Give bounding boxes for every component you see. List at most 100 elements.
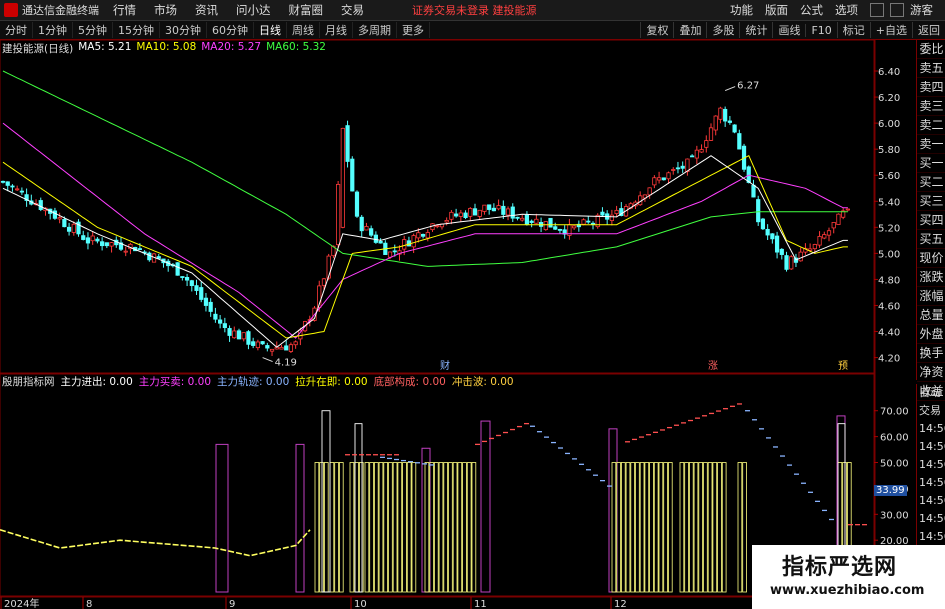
candle-body — [690, 155, 695, 158]
tab-daily[interactable]: 日线 — [254, 22, 287, 38]
quote-label: 涨跌 — [917, 268, 945, 287]
pull-up-bar — [635, 462, 640, 593]
candle-body — [680, 165, 685, 169]
candle-body — [90, 235, 95, 242]
menu-news[interactable]: 资讯 — [195, 2, 218, 18]
chart-title: 建投能源(日线) — [2, 43, 74, 55]
candle-body — [180, 276, 185, 278]
tab-more[interactable]: 更多 — [397, 22, 430, 38]
trade-row: 14:56 — [919, 476, 945, 489]
menu-wealth[interactable]: 财富圈 — [289, 2, 324, 18]
tool-f10[interactable]: F10 — [805, 23, 836, 37]
ma60-line — [2, 70, 848, 267]
quote-label: 买一 — [917, 154, 945, 173]
menu-trade[interactable]: 交易 — [341, 2, 364, 18]
candle-body — [656, 177, 662, 181]
tab-timeshare[interactable]: 分时 — [0, 22, 33, 38]
price-tick-label: 6.20 — [878, 93, 900, 104]
tab-monthly[interactable]: 月线 — [320, 22, 353, 38]
tab-weekly[interactable]: 周线 — [287, 22, 320, 38]
tab-15min[interactable]: 15分钟 — [113, 22, 160, 38]
menu-quotes[interactable]: 行情 — [113, 2, 136, 18]
tab-multi-period[interactable]: 多周期 — [353, 22, 397, 38]
quote-label: 买三 — [917, 192, 945, 211]
watermark-title: 指标严选网 — [782, 555, 898, 580]
pull-up-bar — [630, 462, 635, 593]
legend-main-flow: 主力进出: 0.00 — [60, 376, 133, 388]
candle-body — [420, 233, 426, 237]
trade-row: 14:56 — [919, 458, 945, 471]
candle-body — [203, 297, 209, 306]
candle-body — [831, 222, 836, 229]
menu-formula[interactable]: 公式 — [800, 2, 823, 18]
pull-up-bar — [644, 462, 650, 593]
candle-body — [236, 330, 242, 340]
price-tick-label: 5.60 — [878, 171, 900, 182]
x-tick-label: 9 — [229, 599, 235, 609]
event-marker: 财 — [440, 359, 450, 372]
tool-adjust[interactable]: 复权 — [640, 22, 673, 38]
price-tick-label: 4.80 — [878, 275, 900, 286]
kline-chart[interactable]: 6.40 6.20 6.00 5.80 5.60 5.40 5.20 5.00 4.80 4.60… — [0, 0, 945, 609]
indicator-title: 殷朋指标网 — [2, 376, 55, 388]
guest-label[interactable]: 游客 — [910, 2, 933, 18]
trade-row: 交易 — [919, 404, 941, 417]
menu-ask[interactable]: 问小达 — [236, 2, 271, 18]
candle-body — [713, 115, 718, 131]
tool-add-watchlist[interactable]: +自选 — [869, 22, 912, 38]
candle-body — [812, 244, 817, 250]
candle-body — [774, 235, 780, 253]
candle-body — [293, 341, 298, 346]
legend-shock: 冲击波: 0.00 — [451, 376, 514, 388]
price-tick-label: 5.20 — [878, 223, 900, 234]
candle-body — [515, 216, 520, 219]
candle-body — [199, 287, 204, 300]
tool-back[interactable]: 返回 — [912, 22, 945, 38]
legend-ma20: MA20: 5.27 — [201, 41, 262, 53]
tool-multi-stock[interactable]: 多股 — [706, 22, 739, 38]
candle-body — [454, 213, 459, 217]
candle-body — [586, 220, 591, 223]
candle-body — [208, 301, 213, 312]
price-tick-label: 4.40 — [878, 328, 900, 339]
price-tick-label: 6.40 — [878, 67, 900, 78]
candle-body — [737, 133, 742, 150]
candle-body — [15, 188, 20, 191]
tab-30min[interactable]: 30分钟 — [160, 22, 207, 38]
legend-pull-up: 拉升在即: 0.00 — [295, 376, 368, 388]
pull-up-bar — [433, 462, 439, 593]
candle-body — [652, 177, 657, 186]
legend-main-track: 主力轨迹: 0.00 — [217, 376, 290, 388]
menu-options[interactable]: 选项 — [835, 2, 858, 18]
tab-1min[interactable]: 1分钟 — [33, 22, 73, 38]
low-price-label: 4.19 — [275, 358, 297, 369]
candle-body — [727, 120, 732, 123]
login-status[interactable]: 证券交易未登录 建投能源 — [412, 2, 537, 18]
quote-label: 涨幅 — [917, 287, 945, 306]
trade-row: 14:56 — [919, 530, 945, 543]
pull-up-bar — [334, 462, 339, 593]
minimize-icon[interactable] — [870, 3, 884, 17]
candle-body — [184, 276, 190, 281]
candle-body — [288, 344, 294, 352]
menu-market[interactable]: 市场 — [154, 2, 177, 18]
tool-mark[interactable]: 标记 — [836, 22, 870, 38]
tab-5min[interactable]: 5分钟 — [73, 22, 113, 38]
tool-overlay[interactable]: 叠加 — [673, 22, 706, 38]
tool-stats[interactable]: 统计 — [739, 22, 772, 38]
candle-body — [732, 124, 737, 133]
candle-body — [661, 177, 666, 181]
tool-draw[interactable]: 画线 — [772, 22, 805, 38]
quote-label: 委比 — [917, 40, 945, 59]
main-trade-bar — [215, 443, 229, 593]
tab-60min[interactable]: 60分钟 — [207, 22, 254, 38]
menu-function[interactable]: 功能 — [730, 2, 753, 18]
candle-body — [491, 207, 496, 212]
candle-body — [241, 332, 246, 340]
pull-up-bar — [369, 462, 374, 593]
quote-label: 净资 — [917, 363, 945, 382]
maximize-icon[interactable] — [890, 3, 904, 17]
candle-body — [496, 205, 501, 210]
menu-layout[interactable]: 版面 — [765, 2, 788, 18]
pull-up-bar — [717, 462, 722, 593]
